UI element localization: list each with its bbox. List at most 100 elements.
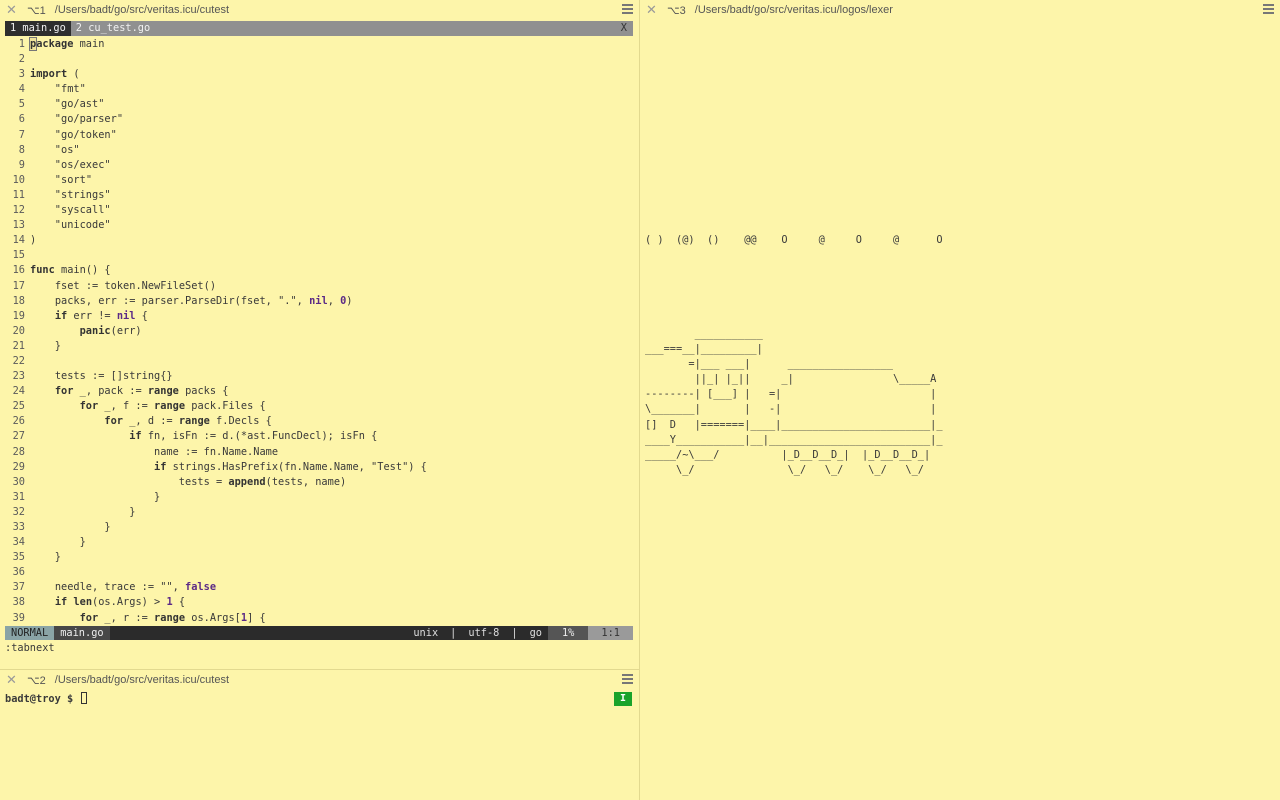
code-line: 31 } [5,490,427,505]
code-line: 11 "strings" [5,188,427,203]
code-line: 37 needle, trace := "", false [5,580,427,595]
pane-title-bar: ✕ ⌥3 /Users/badt/go/src/veritas.icu/logo… [640,0,1280,20]
line-number: 21 [12,339,25,352]
line-number: 28 [12,445,25,458]
close-icon[interactable]: ✕ [646,2,658,18]
code-line: 1 package main [5,37,427,52]
line-number: 11 [12,188,25,201]
code-line: 29 if strings.HasPrefix(fn.Name.Name, "T… [5,460,427,475]
status-format: unix [413,627,439,639]
code-text: "fmt" [30,83,86,96]
code-text: tests = append(tests, name) [178,475,347,488]
code-text: if len(os.Args) > 1 { [54,596,186,609]
line-number: 26 [12,415,25,428]
status-sep: | [450,627,457,639]
code-text: ) [30,234,37,247]
line-number: 5 [18,98,25,111]
code-editor[interactable]: 1 package main 2 3 import (4 "fmt" 5 "go/ast"… [5,37,427,626]
close-icon[interactable]: ✕ [6,672,18,688]
code-line: 39 for _, r := range os.Args[1] { [5,611,427,626]
code-text: "go/parser" [30,113,124,126]
line-number: 4 [18,83,25,96]
line-number: 19 [12,309,25,322]
code-line: 26 for _, d := range f.Decls { [5,414,427,429]
line-number: 34 [12,536,25,549]
hamburger-menu-icon[interactable] [622,4,633,14]
code-line: 32 } [5,505,427,520]
code-text: } [30,551,61,564]
code-text: tests := []string{} [54,370,173,383]
code-line: 10 "sort" [5,173,427,188]
line-number: 20 [12,324,25,337]
status-position: 1:1 [588,626,633,640]
code-text: panic(err) [79,324,142,337]
code-line: 16 func main() { [5,263,427,278]
terminal-pane[interactable]: ✕ ⌥2 /Users/badt/go/src/veritas.icu/cute… [0,670,639,800]
insert-mode-badge: I [614,692,632,706]
shell-prompt[interactable]: badt@troy $ [5,692,88,707]
code-line: 19 if err != nil { [5,309,427,324]
status-percent: 1% [547,626,589,640]
line-number: 13 [12,219,25,232]
line-number: 32 [12,505,25,518]
code-line: 6 "go/parser" [5,112,427,127]
tab-main-go[interactable]: 1 main.go [5,21,71,36]
code-line: 36 [5,565,427,580]
code-line: 30 tests = append(tests, name) [5,475,427,490]
line-number: 31 [12,490,25,503]
close-tab-button[interactable]: X [621,21,627,36]
status-filename: main.go [54,626,110,640]
pane-path: /Users/badt/go/src/veritas.icu/logos/lex… [694,4,893,16]
code-text: "unicode" [30,219,111,232]
terminal-pane-right[interactable]: ✕ ⌥3 /Users/badt/go/src/veritas.icu/logo… [640,0,1280,800]
line-number: 12 [12,204,25,217]
code-line: 34 } [5,535,427,550]
vim-tabline: 1 main.go 2 cu_test.go X [5,21,633,36]
line-number: 8 [18,143,25,156]
line-number: 35 [12,551,25,564]
close-icon[interactable]: ✕ [6,2,18,18]
code-text: for _, r := range os.Args[1] { [79,611,266,624]
pane-path: /Users/badt/go/src/veritas.icu/cutest [54,4,230,16]
code-text: "strings" [30,188,111,201]
code-text: } [30,490,161,503]
editor-pane[interactable]: ✕ ⌥1 /Users/badt/go/src/veritas.icu/cute… [0,0,639,669]
sl-smoke: ( ) (@) () @@ O @ O @ O [645,234,943,246]
code-line: 3 import ( [5,67,427,82]
line-number: 10 [12,173,25,186]
code-text: for _, pack := range packs { [54,385,229,398]
code-text: } [30,505,136,518]
sl-train-ascii-art: ___________ ___===__|_________| =|___ __… [645,328,943,476]
line-number: 39 [12,611,25,624]
line-number: 6 [18,113,25,126]
code-text: "os" [30,143,80,156]
hamburger-menu-icon[interactable] [622,674,633,684]
hamburger-menu-icon[interactable] [1263,4,1274,14]
code-text: for _, f := range pack.Files { [79,400,266,413]
code-line: 28 name := fn.Name.Name [5,445,427,460]
code-text: if strings.HasPrefix(fn.Name.Name, "Test… [154,460,427,473]
code-line: 5 "go/ast" [5,97,427,112]
line-number: 18 [12,294,25,307]
code-text: fset := token.NewFileSet() [54,279,217,292]
code-text: needle, trace := "", false [54,581,217,594]
pane-shortcut: ⌥2 [27,674,46,687]
code-line: 33 } [5,520,427,535]
code-text: } [30,536,86,549]
code-line: 2 [5,52,427,67]
code-line: 14) [5,233,427,248]
code-text: "sort" [30,173,93,186]
line-number: 36 [12,566,25,579]
line-number: 37 [12,581,25,594]
code-line: 24 for _, pack := range packs { [5,384,427,399]
line-number: 38 [12,596,25,609]
pane-shortcut: ⌥1 [27,4,46,17]
code-text: func main() { [30,264,111,277]
line-number: 30 [12,475,25,488]
command-line[interactable]: :tabnext [5,641,55,656]
code-text: "go/token" [30,128,117,141]
code-line: 35 } [5,550,427,565]
code-line: 25 for _, f := range pack.Files { [5,399,427,414]
tab-cu-test-go[interactable]: 2 cu_test.go [71,21,155,36]
code-line: 7 "go/token" [5,128,427,143]
